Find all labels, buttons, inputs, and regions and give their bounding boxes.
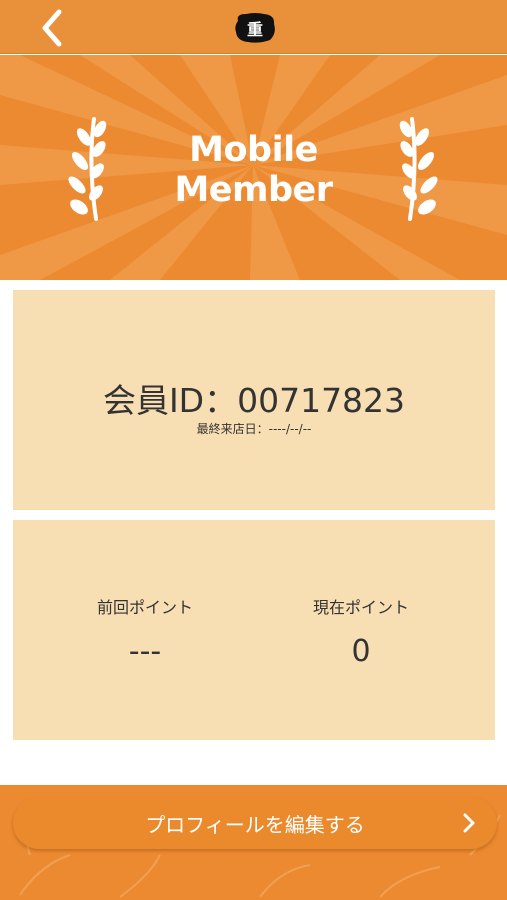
app-header: 重 — [0, 0, 507, 54]
back-button[interactable] — [30, 6, 74, 50]
edit-profile-label: プロフィールを編集する — [145, 812, 365, 837]
logo-text: 重 — [246, 20, 263, 39]
member-id-text: 会員ID：00717823 — [102, 381, 406, 420]
member-info-panel: 会員ID：00717823 最終来店日：----/--/-- — [13, 290, 495, 510]
chevron-left-icon — [42, 9, 62, 47]
current-points-value: 0 — [351, 634, 371, 669]
previous-points-value: --- — [128, 634, 162, 669]
hero-title-line2: Member — [174, 170, 333, 210]
hero-title-line1: Mobile — [189, 130, 318, 170]
edit-profile-button[interactable]: プロフィールを編集する — [13, 797, 497, 849]
current-points-label: 現在ポイント — [312, 598, 409, 617]
footer-bar: プロフィールを編集する — [0, 785, 507, 900]
chevron-right-icon — [463, 813, 475, 833]
brand-logo: 重 — [232, 11, 278, 45]
hero-title: Mobile Member — [0, 130, 507, 210]
last-visit-date: 最終来店日：----/--/-- — [196, 422, 312, 436]
hero-banner: Mobile Member — [0, 55, 507, 280]
points-panel: 前回ポイント --- 現在ポイント 0 — [13, 520, 495, 740]
previous-points-label: 前回ポイント — [96, 598, 193, 617]
